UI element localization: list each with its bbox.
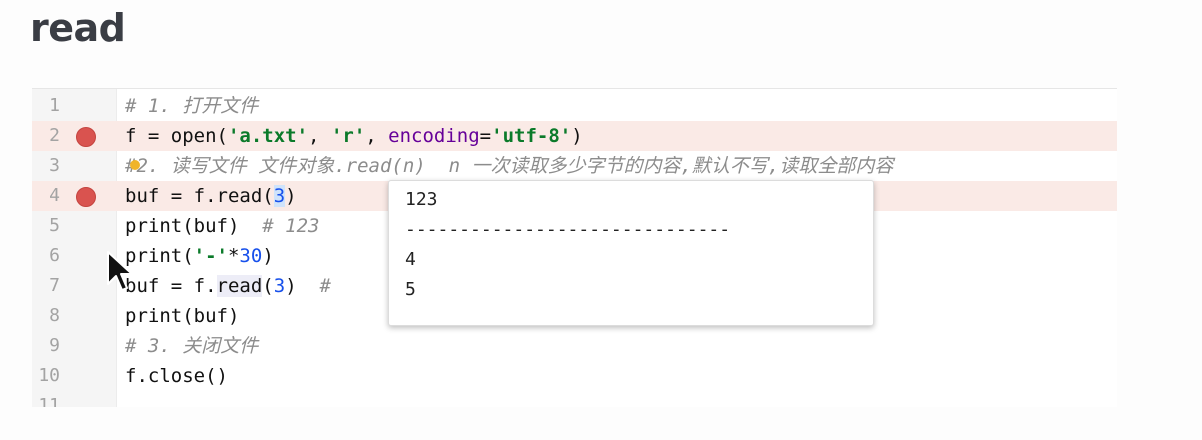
code-token: = xyxy=(479,125,492,147)
comment: # 123 xyxy=(262,215,320,237)
method-token: read xyxy=(216,275,263,297)
code-token: f = xyxy=(125,125,171,147)
breakpoint-icon[interactable] xyxy=(76,187,96,207)
code-token: f.close() xyxy=(125,365,228,387)
output-line: 4 xyxy=(405,249,416,270)
comment: # 3. 关闭文件 xyxy=(125,335,259,357)
line-number: 8 xyxy=(49,305,60,326)
line-number: 3 xyxy=(49,155,60,176)
output-line: ------------------------------ xyxy=(405,219,731,240)
number-token: 3 xyxy=(273,275,286,297)
line-number: 10 xyxy=(38,365,60,386)
code-text: f.close() xyxy=(125,361,228,391)
line-number: 9 xyxy=(49,335,60,356)
comment: 2. 读写文件 文件对象.read(n) n 一次读取多少字节的内容,默认不写,… xyxy=(136,155,894,177)
string-token: 'r' xyxy=(330,125,366,147)
line-number: 6 xyxy=(49,245,60,266)
number-token: 30 xyxy=(239,245,263,267)
slide-title: read xyxy=(30,6,126,50)
line-number: 5 xyxy=(49,215,60,236)
code-text: #2. 读写文件 文件对象.read(n) n 一次读取多少字节的内容,默认不写… xyxy=(125,151,893,181)
code-token: ) xyxy=(285,275,320,297)
comment: # xyxy=(319,275,331,297)
code-text: print('-'*30) xyxy=(125,241,274,271)
code-text: print(buf) xyxy=(125,301,239,331)
code-text: print(buf) # 123 xyxy=(125,211,319,241)
code-line-3[interactable]: 3 #2. 读写文件 文件对象.read(n) n 一次读取多少字节的内容,默认… xyxy=(32,151,1117,181)
output-line: 123 xyxy=(405,189,438,210)
code-token: , xyxy=(365,125,389,147)
code-line-10[interactable]: 10 f.close() xyxy=(32,361,1117,391)
code-line-2[interactable]: 2 f = open('a.txt', 'r', encoding='utf-8… xyxy=(32,121,1117,151)
code-token: buf = f.read( xyxy=(125,185,274,207)
code-line-9[interactable]: 9 # 3. 关闭文件 xyxy=(32,331,1117,361)
code-token: * xyxy=(227,245,240,267)
code-token: ( xyxy=(262,275,274,297)
line-number: 4 xyxy=(49,185,60,206)
selected-number-token: 3 xyxy=(273,185,286,207)
breakpoint-icon[interactable] xyxy=(76,127,96,147)
code-token: ) xyxy=(571,125,583,147)
code-line-1[interactable]: 1 # 1. 打开文件 xyxy=(32,91,1117,121)
string-token: 'utf-8' xyxy=(491,125,572,147)
code-text: buf = f.read(3) xyxy=(125,181,297,211)
code-token: print(buf) xyxy=(125,215,263,237)
mouse-pointer-icon xyxy=(107,251,133,291)
lightbulb-icon[interactable] xyxy=(130,159,141,170)
line-number: 11 xyxy=(38,395,60,407)
keyword-arg-token: encoding xyxy=(388,125,480,147)
comment: # 1. 打开文件 xyxy=(125,95,259,117)
code-text: # 3. 关闭文件 xyxy=(125,331,258,361)
code-text: # 1. 打开文件 xyxy=(125,91,258,121)
code-token: ) xyxy=(285,185,297,207)
code-line-11[interactable]: 11 xyxy=(32,391,1117,407)
code-text: f = open('a.txt', 'r', encoding='utf-8') xyxy=(125,121,583,151)
string-token: 'a.txt' xyxy=(227,125,309,147)
output-popup: 123 ------------------------------ 4 5 xyxy=(388,180,874,326)
code-token: buf = f. xyxy=(125,275,217,297)
code-token: open( xyxy=(170,125,228,147)
line-number: 2 xyxy=(49,125,60,146)
output-line: 5 xyxy=(405,279,416,300)
code-token: ) xyxy=(262,245,274,267)
line-number: 1 xyxy=(49,95,60,116)
line-number: 7 xyxy=(49,275,60,296)
code-token: , xyxy=(308,125,331,147)
code-token: print(buf) xyxy=(125,305,240,327)
code-text: buf = f.read(3) # xyxy=(125,271,331,301)
string-token: '-' xyxy=(193,245,228,267)
